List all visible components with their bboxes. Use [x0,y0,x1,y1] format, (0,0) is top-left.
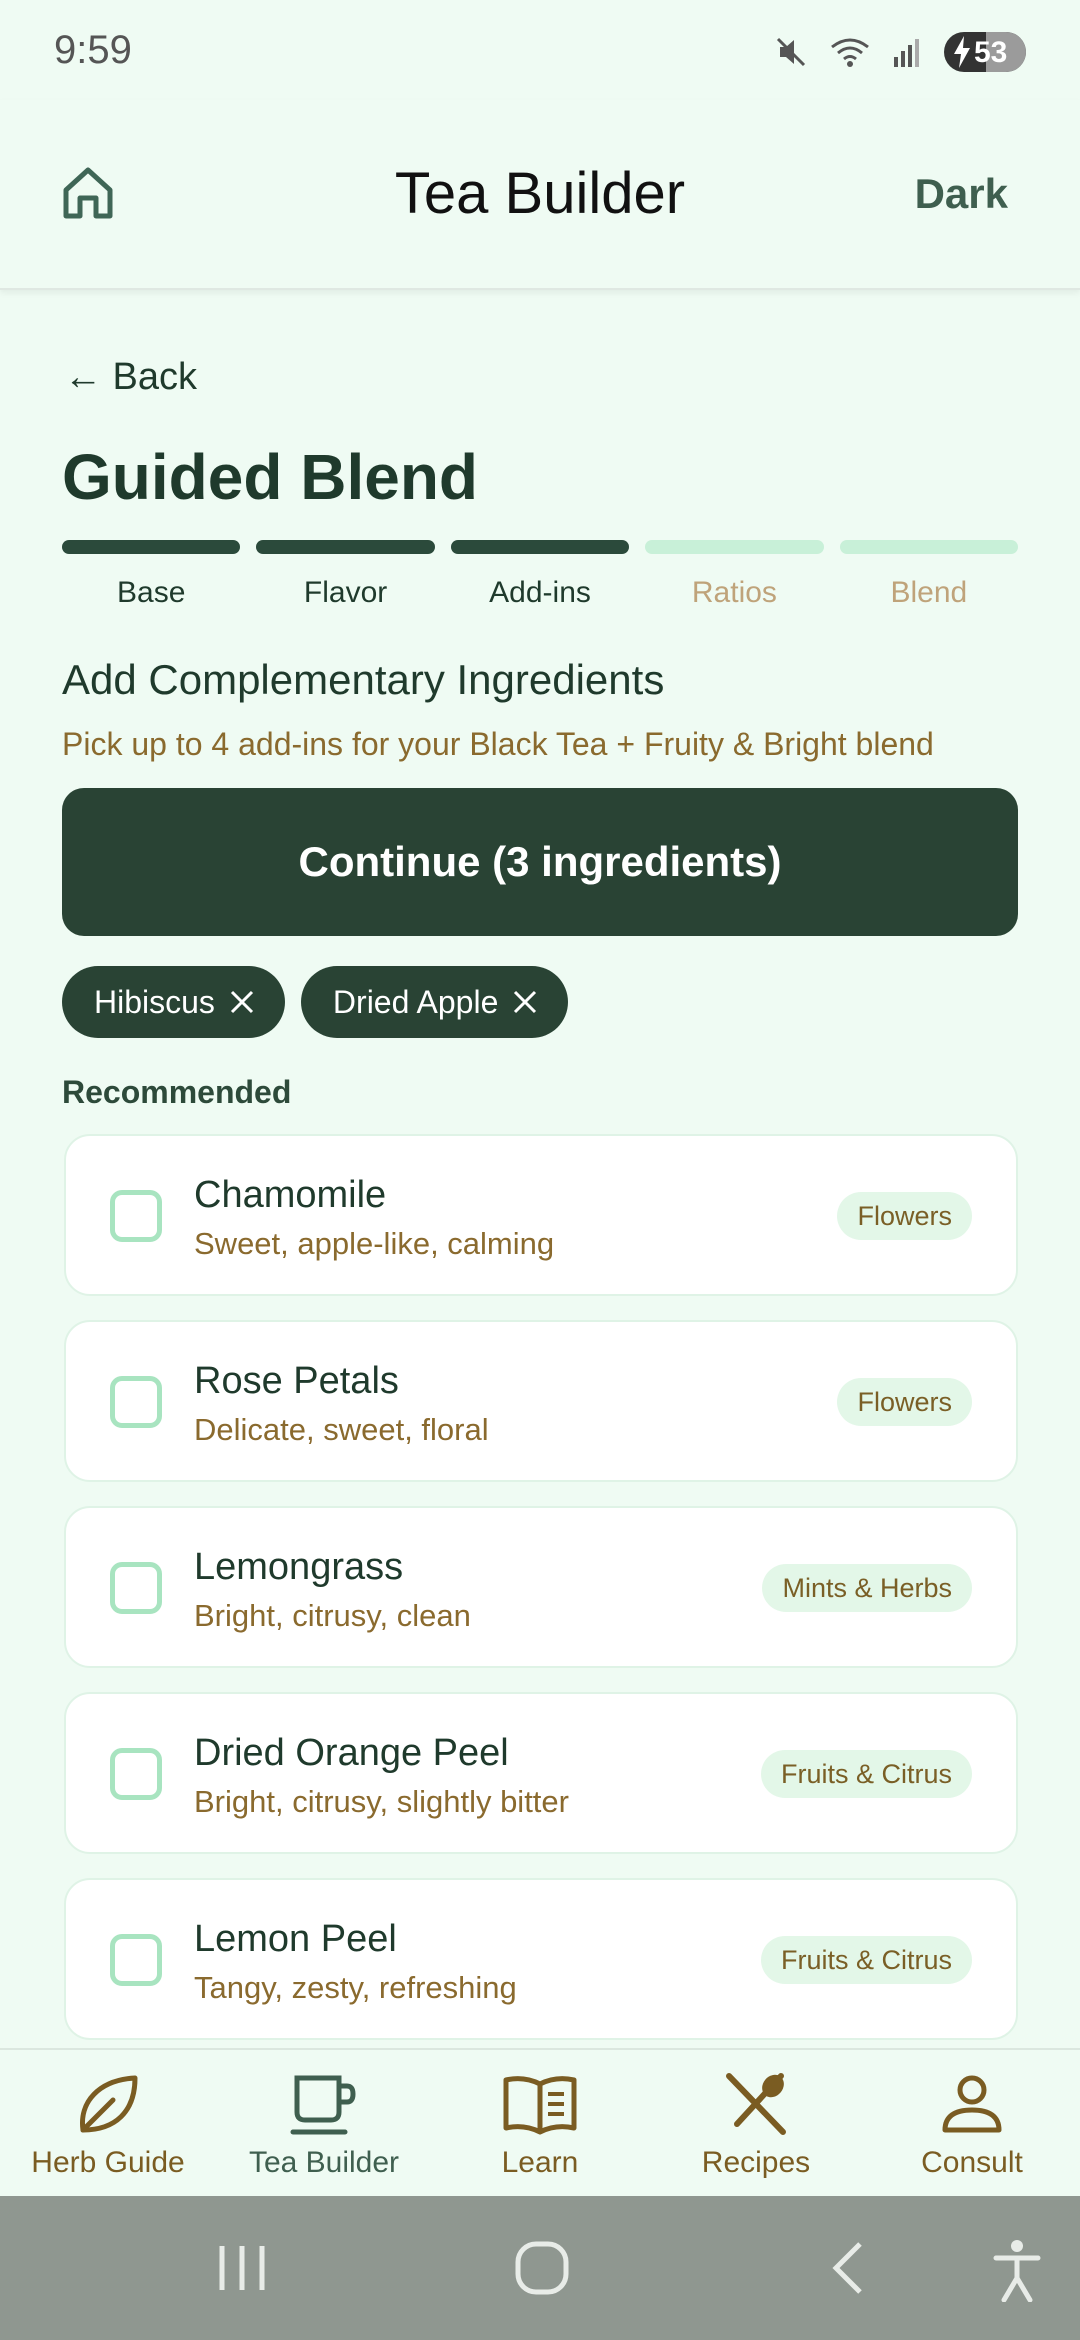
step-label: Flavor [303,576,388,609]
ingredient-description: Sweet, apple-like, calming [194,1226,555,1261]
step-label: Base [117,576,186,609]
category-badge: Flowers [837,1378,972,1426]
charging-bolt-icon [954,36,970,68]
ingredient-name: Chamomile [194,1174,387,1216]
nav-learn[interactable]: Learn [432,2050,648,2196]
nav-label: Recipes [701,2146,811,2179]
step-label: Add-ins [489,576,591,609]
ingredient-card-chamomile[interactable]: Chamomile Sweet, apple-like, calming Flo… [64,1134,1018,1296]
status-bar: 9:59 53 [0,0,1080,100]
nav-label: Tea Builder [248,2146,400,2179]
nav-consult[interactable]: Consult [864,2050,1080,2196]
person-icon [942,2075,1002,2133]
step-add-ins: Add-ins [450,540,630,610]
close-icon[interactable] [229,989,255,1015]
status-icons: 53 [774,30,1026,74]
step-bar [839,540,1019,554]
accessibility-icon[interactable] [992,2238,1042,2302]
ingredient-name: Rose Petals [194,1360,399,1402]
app-header: Tea Builder Dark [0,100,1080,290]
bottom-nav: Herb Guide Tea Builder Learn Recipes Con… [0,2048,1080,2196]
nav-recipes[interactable]: Recipes [648,2050,864,2196]
ingredient-card-dried-orange-peel[interactable]: Dried Orange Peel Bright, citrusy, sligh… [64,1692,1018,1854]
ingredient-card-rose-petals[interactable]: Rose Petals Delicate, sweet, floral Flow… [64,1320,1018,1482]
ingredient-description: Delicate, sweet, floral [194,1412,489,1447]
nav-tea-builder[interactable]: Tea Builder [216,2050,432,2196]
selected-chip-dried-apple[interactable]: Dried Apple [300,966,569,1038]
selected-chip-hibiscus[interactable]: Hibiscus [62,966,285,1038]
category-badge: Fruits & Citrus [760,1936,972,1984]
close-icon[interactable] [512,989,538,1015]
wifi-icon [831,38,869,67]
section-title: Add Complementary Ingredients [62,656,665,703]
utensils-icon [726,2073,786,2135]
chip-label: Dried Apple [332,983,499,1020]
continue-button[interactable]: Continue (3 ingredients) [62,788,1018,936]
chip-label: Hibiscus [94,983,215,1020]
battery-indicator: 53 [944,32,1026,72]
category-badge: Mints & Herbs [762,1564,972,1612]
step-label: Blend [890,576,968,609]
home-nav-icon[interactable] [512,2238,572,2298]
selected-ingredients: Hibiscus Dried Apple [62,966,569,1038]
ingredient-card-lemon-peel[interactable]: Lemon Peel Tangy, zesty, refreshing Frui… [64,1878,1018,2040]
ingredient-checkbox[interactable] [110,1748,162,1800]
ingredient-name: Lemon Peel [194,1918,397,1960]
category-badge: Fruits & Citrus [760,1750,972,1798]
step-blend: Blend [839,540,1019,610]
dark-mode-toggle[interactable]: Dark [915,170,1008,218]
system-nav-bar [0,2196,1080,2340]
nav-label: Consult [921,2146,1023,2179]
mute-icon [776,37,806,67]
recent-apps-icon[interactable] [214,2238,270,2298]
nav-herb-guide[interactable]: Herb Guide [0,2050,216,2196]
step-bar [62,540,241,554]
category-badge: Flowers [837,1192,972,1240]
section-subtitle: Pick up to 4 add-ins for your Black Tea … [62,726,934,762]
step-label: Ratios [691,576,777,609]
ingredient-checkbox[interactable] [110,1190,162,1242]
step-progress: Base Flavor Add-ins Ratios Blend [62,540,1019,610]
back-button[interactable]: ← Back [64,356,197,399]
ingredient-list: Chamomile Sweet, apple-like, calming Flo… [64,1134,1018,2064]
ingredient-checkbox[interactable] [110,1376,162,1428]
step-base: Base [62,540,241,610]
ingredient-description: Tangy, zesty, refreshing [194,1970,517,2005]
ingredient-name: Lemongrass [194,1546,404,1588]
nav-label: Learn [501,2146,579,2179]
ingredient-description: Bright, citrusy, clean [194,1598,471,1633]
ingredient-description: Bright, citrusy, slightly bitter [194,1784,569,1819]
page-title: Guided Blend [62,441,478,513]
back-nav-icon[interactable] [826,2238,870,2298]
step-ratios: Ratios [645,540,824,610]
cup-icon [290,2075,356,2135]
step-bar [256,540,435,554]
step-bar [645,540,824,554]
battery-level: 53 [974,36,1008,69]
step-flavor: Flavor [256,540,435,610]
ingredient-name: Dried Orange Peel [194,1732,509,1774]
book-icon [503,2076,577,2135]
ingredient-checkbox[interactable] [110,1934,162,1986]
ingredient-checkbox[interactable] [110,1562,162,1614]
signal-icon [894,39,919,67]
nav-label: Herb Guide [31,2146,185,2179]
ingredient-card-lemongrass[interactable]: Lemongrass Bright, citrusy, clean Mints … [64,1506,1018,1668]
status-time: 9:59 [54,28,132,72]
step-bar [450,540,630,554]
recommended-heading: Recommended [62,1074,292,1110]
leaf-icon [80,2075,138,2133]
